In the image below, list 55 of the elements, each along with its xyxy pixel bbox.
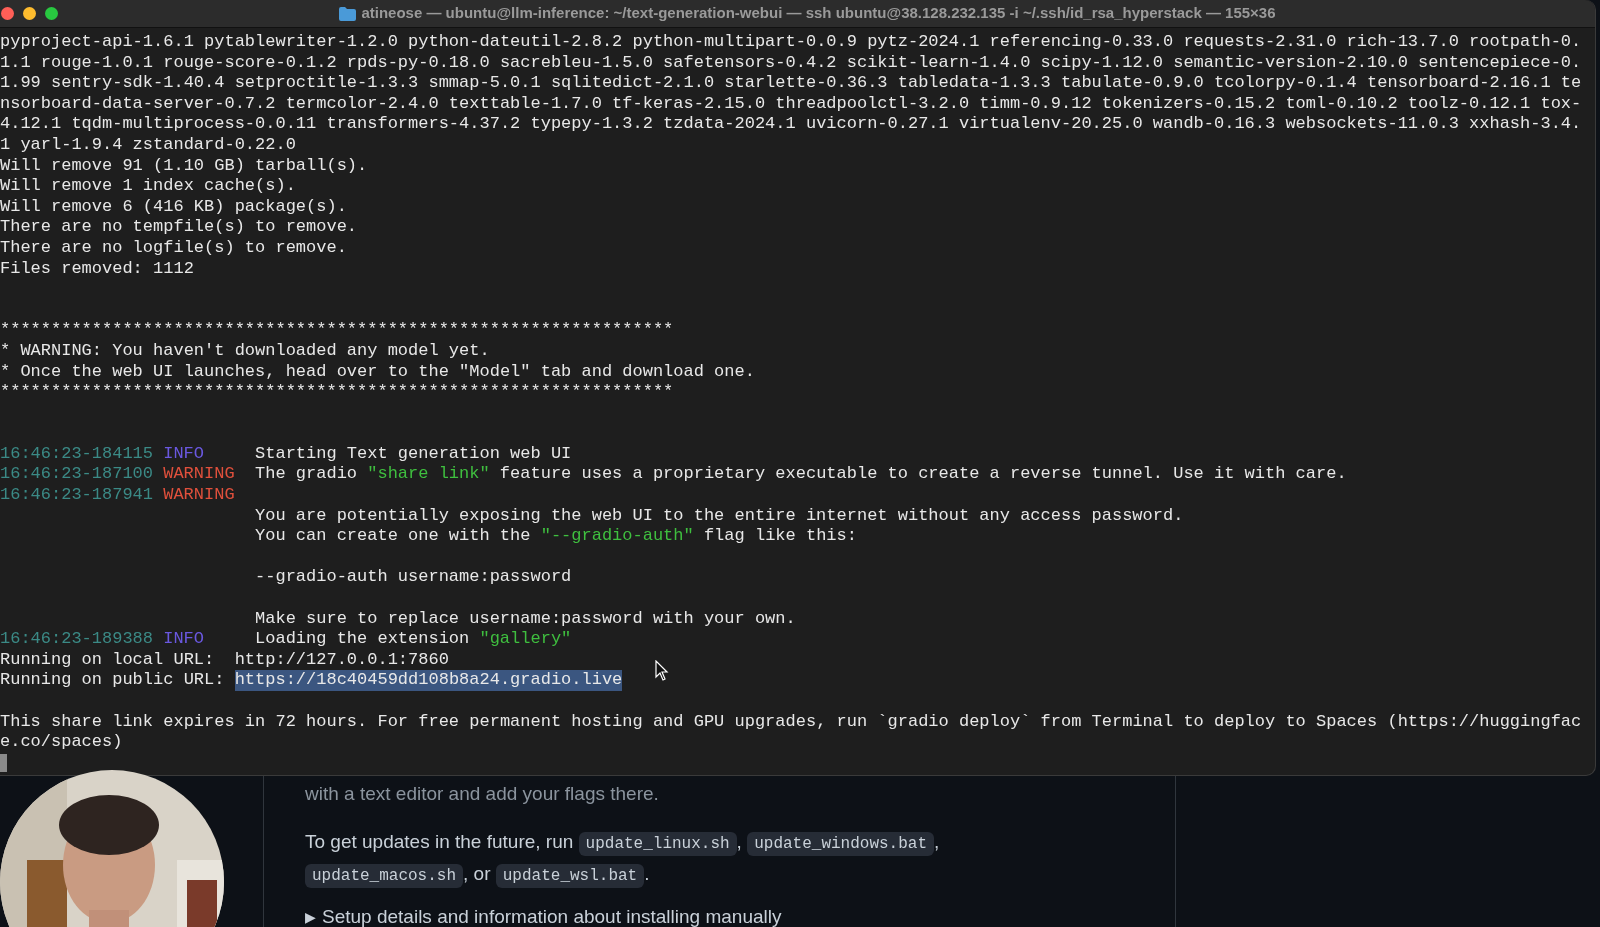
terminal-text: nsorboard-data-server-0.7.2 termcolor-2.4.0 texttable-1.7.0 tf-keras-2.15.0 threadpoolctl-3.2.0 timm-0.9.12 tokenizers-0.15.2 toml-0.10.2 toolz-0.12.1 tox- (0, 93, 1582, 115)
terminal-text: You can create one with the (255, 526, 532, 547)
terminal-text: Running on local URL: http://127.0.0.1:7860 (0, 649, 449, 671)
terminal-text: There are no tempfile(s) to remove. (0, 217, 358, 238)
log-level: WARNING (163, 464, 236, 486)
details-summary[interactable]: ▶ Setup details and information about installing manually (305, 905, 1175, 927)
terminal-text: ****************************************************************** (0, 320, 674, 341)
terminal-text: Will remove 6 (416 KB) package(s). (0, 196, 347, 218)
terminal-text: * Once the web UI launches, head over to the "Model" tab and download one. (0, 361, 755, 383)
terminal-text: Loading the extension (255, 629, 471, 650)
inline-code: update_wsl.bat (495, 864, 645, 888)
terminal-text: 1.99 sentry-sdk-1.40.4 setproctitle-1.3.3 smmap-5.0.1 sqlitedict-2.1.0 starlette-0.36.3 tabledata-1.3.3 tabulate-0.9.0 tcolorpy-0.1.4 tensorboard-2.16.1 te (0, 73, 1582, 94)
inline-code: update_macos.sh (305, 864, 464, 888)
terminal-text: Running on public URL: (0, 670, 226, 691)
minimize-button[interactable] (23, 7, 36, 20)
terminal-text: e.co/spaces) (0, 732, 123, 753)
log-level: INFO (163, 629, 206, 650)
close-button[interactable] (1, 7, 14, 20)
window-title: atineose — ubuntu@llm-inference: ~/text-generation-webui — ssh ubuntu@38.128.232.135 -i ~/.ssh/id_rsa_hyperstack — 155×36 (361, 3, 1276, 24)
paragraph: To get updates in the future, run update_linux.sh , update_windows.bat , update_macos.sh , or update_wsl.bat . (305, 827, 1005, 891)
terminal-text: feature uses a proprietary executable to create a reverse tunnel. Use it with care. (498, 464, 1347, 486)
terminal-text: ****************************************************************** (0, 382, 674, 403)
terminal-text: flag like this: (702, 526, 857, 547)
terminal-text: This share link expires in 72 hours. For free permanent hosting and GPU upgrades, run `gradio deploy` from Terminal to deploy to Spaces (https://huggingfac (0, 711, 1582, 733)
timestamp: 16:46:23-187941 (0, 485, 155, 506)
terminal-text: * WARNING: You haven't downloaded any model yet. (0, 340, 490, 362)
string-literal: "share link" (367, 464, 490, 486)
terminal-text: pyproject-api-1.6.1 pytablewriter-1.2.0 python-dateutil-2.8.2 python-multipart-0.0.9 pytz-2024.1 referencing-0.33.0 requests-2.31.0 rich-13.7.0 rootpath-0. (0, 32, 1582, 53)
inline-code: update_linux.sh (578, 832, 737, 856)
string-literal: "--gradio-auth" (540, 526, 694, 547)
folder-icon (339, 6, 357, 21)
terminal-text: There are no logfile(s) to remove. (0, 237, 347, 259)
terminal-text: You are potentially exposing the web UI to the entire internet without any access password. (255, 505, 1184, 527)
terminal-text: Will remove 1 index cache(s). (0, 176, 296, 197)
maximize-button[interactable] (45, 7, 58, 20)
terminal-text: Make sure to replace username:password with your own. (255, 608, 796, 630)
inline-code: update_windows.bat (747, 832, 934, 856)
string-literal: "gallery" (479, 629, 572, 650)
log-level: INFO (163, 443, 206, 465)
terminal-text: Starting Text generation web UI (255, 443, 572, 465)
timestamp: 16:46:23-187100 (0, 464, 155, 486)
mouse-cursor-icon (655, 660, 669, 682)
terminal-text: Will remove 91 (1.10 GB) tarball(s). (0, 155, 368, 177)
terminal-text: 1.1 rouge-1.0.1 rouge-score-0.1.2 rpds-py-0.18.0 sacrebleu-1.5.0 safetensors-0.4.2 scikit-learn-1.4.0 scipy-1.12.0 semantic-version-2.10.0 sentencepiece-0. (0, 52, 1582, 74)
paragraph: with a text editor and add your flags there. (305, 782, 660, 806)
timestamp: 16:46:23-184115 (0, 443, 155, 465)
terminal-text: Files removed: 1112 (0, 258, 194, 280)
terminal-text: --gradio-auth username:password (255, 567, 572, 589)
terminal-text: 4.12.1 tqdm-multiprocess-0.0.11 transformers-4.37.2 typepy-1.3.2 tzdata-2024.1 uvicorn-0.27.1 virtualenv-20.25.0 wandb-0.16.3 websockets-11.0.3 xxhash-3.4. (0, 114, 1582, 135)
terminal-text: 1 yarl-1.9.4 zstandard-0.22.0 (0, 134, 296, 156)
log-level: WARNING (163, 485, 236, 506)
text-cursor (0, 753, 7, 772)
selected-text: https://18c40459dd108b8a24.gradio.live (234, 670, 623, 691)
timestamp: 16:46:23-189388 (0, 629, 155, 650)
terminal-text: The gradio (255, 464, 359, 486)
